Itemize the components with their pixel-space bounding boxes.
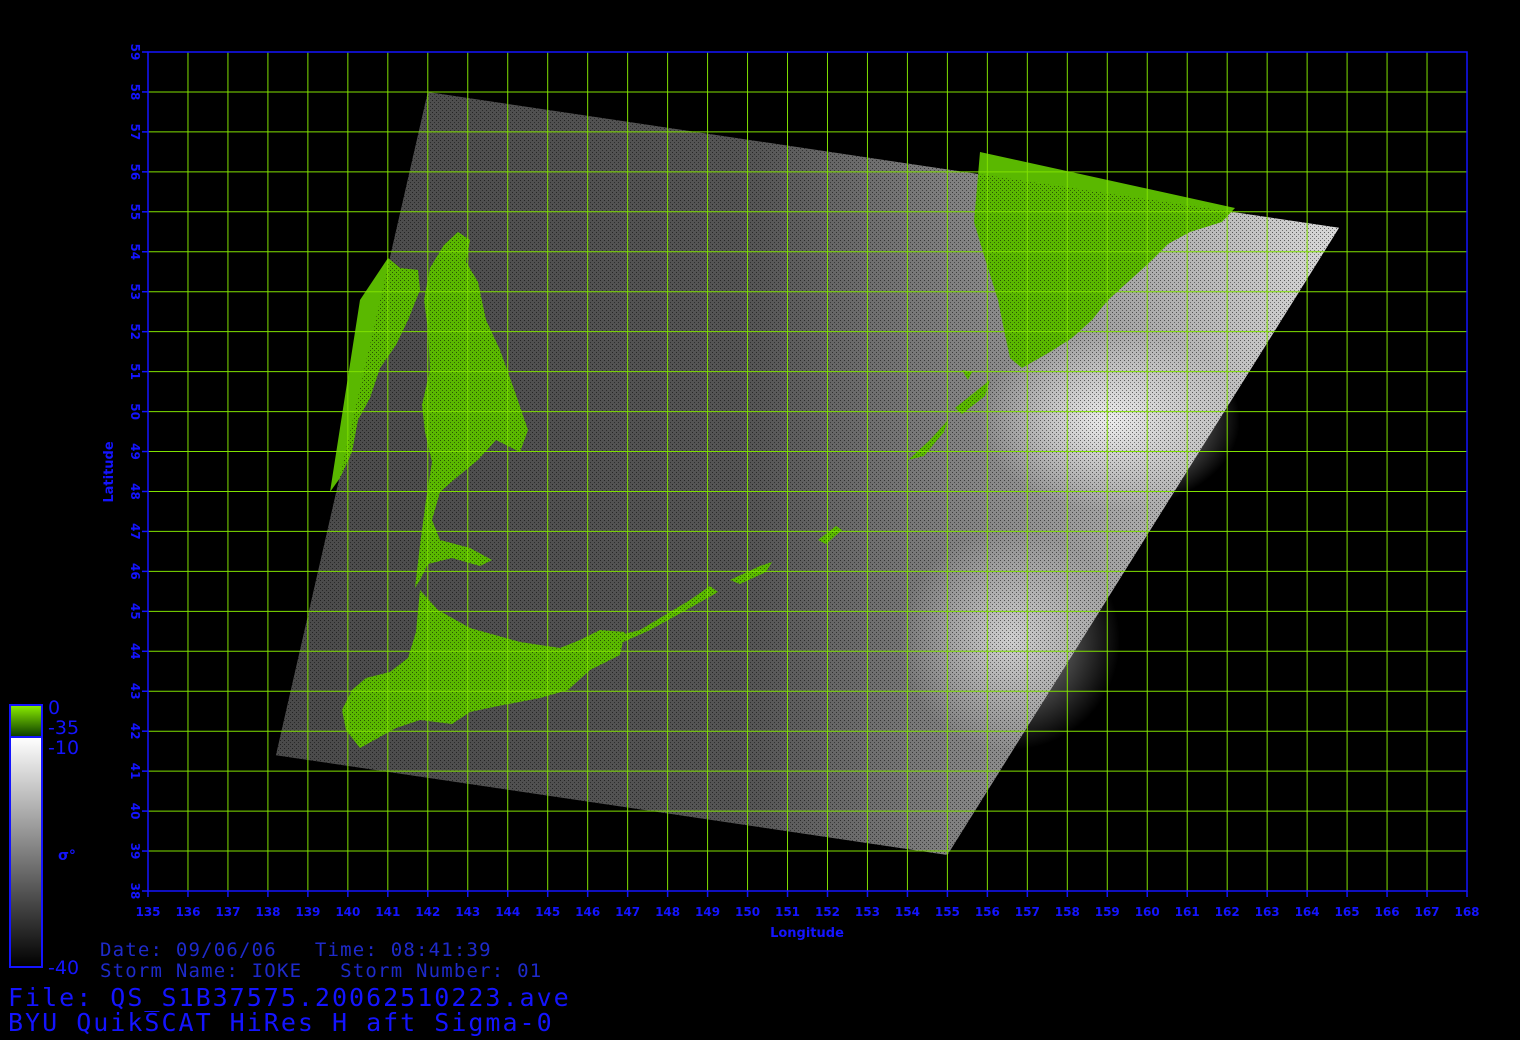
lat-tick-label: 45	[128, 603, 142, 620]
lon-tick-label: 154	[895, 905, 920, 919]
colorbar-sigma-bottom: -40	[48, 957, 79, 979]
lon-tick-label: 135	[135, 905, 160, 919]
lon-tick-label: 159	[1095, 905, 1120, 919]
lat-tick-label: 56	[128, 164, 142, 181]
lat-tick-label: 39	[128, 843, 142, 860]
file-line: File: QS_S1B37575.20062510223.ave	[8, 983, 571, 1012]
lon-tick-label: 163	[1255, 905, 1280, 919]
lat-tick-label: 52	[128, 323, 142, 340]
lat-tick-label: 53	[128, 283, 142, 300]
lon-tick-label: 149	[695, 905, 720, 919]
lon-tick-label: 151	[775, 905, 800, 919]
lon-tick-label: 142	[415, 905, 440, 919]
lon-tick-label: 167	[1414, 905, 1439, 919]
lon-tick-label: 144	[495, 905, 520, 919]
lon-tick-label: 152	[815, 905, 840, 919]
colorbar-land-top: 0	[48, 697, 60, 719]
lon-tick-label: 160	[1135, 905, 1160, 919]
lat-tick-label: 48	[128, 483, 142, 500]
lon-tick-label: 162	[1215, 905, 1240, 919]
lon-tick-label: 161	[1175, 905, 1200, 919]
lon-tick-label: 155	[935, 905, 960, 919]
colorbar: 0 -35 -10 σ° -40	[9, 697, 79, 979]
lat-tick-label: 42	[128, 723, 142, 740]
lon-tick-label: 136	[175, 905, 200, 919]
lat-tick-label: 58	[128, 84, 142, 101]
lon-tick-label: 158	[1055, 905, 1080, 919]
lat-tick-label: 59	[128, 44, 142, 61]
lat-tick-label: 46	[128, 563, 142, 580]
lon-tick-label: 168	[1454, 905, 1479, 919]
lon-tick-label: 140	[335, 905, 360, 919]
y-axis-label: Latitude	[102, 441, 117, 503]
product-line: BYU QuikSCAT HiRes H aft Sigma-0	[8, 1008, 554, 1037]
swath	[275, 92, 1340, 855]
latitude-tick-labels: 38 39 40 41 42 43 44 45 46 47 48 49 50 51 52 53 54 55 56 57…	[128, 44, 148, 900]
lon-tick-label: 147	[615, 905, 640, 919]
lon-tick-label: 164	[1295, 905, 1320, 919]
swath-speckle	[275, 92, 1340, 855]
lat-tick-label: 54	[128, 243, 142, 260]
lat-tick-label: 41	[128, 763, 142, 780]
date-time-line: Date: 09/06/06 Time: 08:41:39	[100, 939, 492, 961]
lat-tick-label: 51	[128, 363, 142, 380]
lon-tick-label: 141	[375, 905, 400, 919]
sigma0-map: 135 136 137 138 139 140 141 142 143 144 145 146 147 1…	[9, 44, 1480, 979]
lon-tick-label: 148	[655, 905, 680, 919]
lon-tick-label: 139	[295, 905, 320, 919]
lat-tick-label: 40	[128, 803, 142, 820]
lon-tick-label: 138	[255, 905, 280, 919]
colorbar-land-bottom: -35	[48, 717, 79, 739]
lat-tick-label: 38	[128, 883, 142, 900]
lon-tick-label: 156	[975, 905, 1000, 919]
lon-tick-label: 157	[1015, 905, 1040, 919]
lon-tick-label: 153	[855, 905, 880, 919]
colorbar-sigma-symbol: σ°	[58, 848, 76, 864]
storm-line: Storm Name: IOKE Storm Number: 01	[100, 960, 543, 982]
lat-tick-label: 50	[128, 403, 142, 420]
lon-tick-label: 143	[455, 905, 480, 919]
lat-tick-label: 44	[128, 643, 142, 660]
lon-tick-label: 166	[1375, 905, 1400, 919]
lon-tick-label: 146	[575, 905, 600, 919]
lat-tick-label: 57	[128, 124, 142, 141]
lon-tick-label: 137	[215, 905, 240, 919]
longitude-tick-labels: 135 136 137 138 139 140 141 142 143 144 145 146 147 1…	[135, 891, 1480, 919]
lon-tick-label: 145	[535, 905, 560, 919]
lat-tick-label: 47	[128, 523, 142, 540]
lat-tick-label: 43	[128, 683, 142, 700]
lat-tick-label: 55	[128, 203, 142, 220]
x-axis-label: Longitude	[770, 926, 844, 941]
lon-tick-label: 165	[1335, 905, 1360, 919]
colorbar-sigma-top: -10	[48, 737, 79, 759]
lon-tick-label: 150	[735, 905, 760, 919]
lat-tick-label: 49	[128, 443, 142, 460]
